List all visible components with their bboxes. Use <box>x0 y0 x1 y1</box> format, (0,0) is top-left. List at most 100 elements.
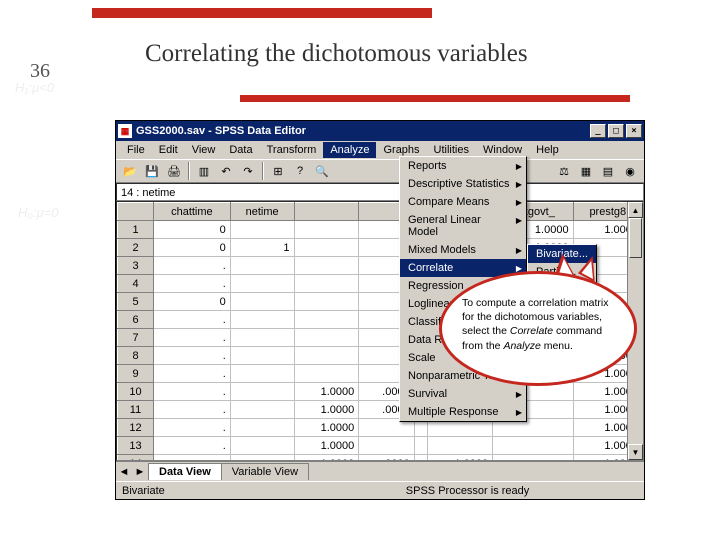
close-button[interactable]: × <box>626 124 642 138</box>
menu-edit[interactable]: Edit <box>152 142 185 158</box>
row-header[interactable]: 10 <box>118 383 154 401</box>
scroll-down-icon[interactable]: ▼ <box>628 444 643 460</box>
data-cell[interactable] <box>294 311 359 329</box>
menu-item-mixed-models[interactable]: Mixed Models <box>400 241 526 259</box>
data-cell[interactable]: 1 <box>230 239 294 257</box>
row-header[interactable]: 12 <box>118 419 154 437</box>
data-cell[interactable] <box>230 347 294 365</box>
minimize-button[interactable]: _ <box>590 124 606 138</box>
data-cell[interactable] <box>294 329 359 347</box>
variables-icon[interactable]: ? <box>290 161 310 181</box>
data-cell[interactable] <box>230 401 294 419</box>
data-cell[interactable] <box>230 437 294 455</box>
data-cell[interactable] <box>230 257 294 275</box>
data-cell[interactable] <box>230 383 294 401</box>
data-cell[interactable] <box>230 419 294 437</box>
data-cell[interactable] <box>414 455 428 462</box>
goto-icon[interactable]: ⊞ <box>268 161 288 181</box>
undo-icon[interactable]: ↶ <box>216 161 236 181</box>
row-header[interactable]: 3 <box>118 257 154 275</box>
weight-icon[interactable]: ⚖ <box>554 161 574 181</box>
data-cell[interactable] <box>230 221 294 239</box>
row-header[interactable]: 6 <box>118 311 154 329</box>
data-cell[interactable]: 1.0000 <box>294 437 359 455</box>
redo-icon[interactable]: ↷ <box>238 161 258 181</box>
menu-analyze[interactable]: Analyze <box>323 142 376 158</box>
menu-transform[interactable]: Transform <box>260 142 324 158</box>
row-header[interactable]: 13 <box>118 437 154 455</box>
menu-help[interactable]: Help <box>529 142 566 158</box>
row-header[interactable]: 9 <box>118 365 154 383</box>
dialog-recall-icon[interactable]: ▥ <box>194 161 214 181</box>
row-header[interactable]: 1 <box>118 221 154 239</box>
open-icon[interactable]: 📂 <box>120 161 140 181</box>
data-cell[interactable]: .0000 <box>359 455 414 462</box>
data-cell[interactable] <box>294 257 359 275</box>
tab-scroll-right-icon[interactable]: ► <box>132 466 148 478</box>
maximize-button[interactable]: □ <box>608 124 624 138</box>
data-cell[interactable]: . <box>154 401 231 419</box>
data-cell[interactable] <box>230 329 294 347</box>
row-header[interactable]: 14 <box>118 455 154 462</box>
row-header[interactable]: 7 <box>118 329 154 347</box>
data-cell[interactable] <box>294 293 359 311</box>
data-cell[interactable]: 1.0000 <box>294 419 359 437</box>
tab-scroll-left-icon[interactable]: ◄ <box>116 466 132 478</box>
data-cell[interactable]: . <box>154 455 231 462</box>
data-cell[interactable] <box>359 437 414 455</box>
data-cell[interactable] <box>230 311 294 329</box>
menu-view[interactable]: View <box>185 142 223 158</box>
data-cell[interactable]: 1.0000 <box>428 455 493 462</box>
data-cell[interactable] <box>294 221 359 239</box>
data-cell[interactable]: 1.0000 <box>294 401 359 419</box>
data-cell[interactable] <box>294 347 359 365</box>
data-cell[interactable] <box>230 293 294 311</box>
data-cell[interactable] <box>428 437 493 455</box>
scroll-thumb[interactable] <box>629 218 642 258</box>
split-icon[interactable]: ▦ <box>576 161 596 181</box>
data-cell[interactable]: . <box>154 311 231 329</box>
data-cell[interactable]: 1.0000 <box>294 455 359 462</box>
row-header[interactable]: 2 <box>118 239 154 257</box>
menu-data[interactable]: Data <box>222 142 259 158</box>
data-cell[interactable] <box>294 365 359 383</box>
data-cell[interactable] <box>230 275 294 293</box>
tab-data-view[interactable]: Data View <box>148 463 222 480</box>
data-cell[interactable]: 0 <box>154 221 231 239</box>
data-cell[interactable]: . <box>154 383 231 401</box>
data-cell[interactable] <box>493 437 573 455</box>
scroll-up-icon[interactable]: ▲ <box>628 202 643 218</box>
data-cell[interactable]: . <box>154 257 231 275</box>
data-cell[interactable] <box>294 239 359 257</box>
menu-item-compare-means[interactable]: Compare Means <box>400 193 526 211</box>
row-header[interactable]: 4 <box>118 275 154 293</box>
column-header[interactable] <box>294 203 359 221</box>
print-icon[interactable]: 🖨 <box>164 161 184 181</box>
menu-item-multiple-response[interactable]: Multiple Response <box>400 403 526 421</box>
data-cell[interactable] <box>414 437 428 455</box>
row-header[interactable]: 11 <box>118 401 154 419</box>
data-cell[interactable] <box>294 275 359 293</box>
data-cell[interactable]: 0 <box>154 293 231 311</box>
data-cell[interactable] <box>493 455 573 462</box>
data-cell[interactable] <box>230 455 294 462</box>
tab-variable-view[interactable]: Variable View <box>221 463 309 480</box>
window-titlebar[interactable]: ▦ GSS2000.sav - SPSS Data Editor _ □ × <box>116 121 644 141</box>
column-header[interactable]: chattime <box>154 203 231 221</box>
select-icon[interactable]: ▤ <box>598 161 618 181</box>
data-cell[interactable]: . <box>154 275 231 293</box>
data-cell[interactable]: . <box>154 365 231 383</box>
data-cell[interactable]: . <box>154 437 231 455</box>
menu-item-descriptive-statistics[interactable]: Descriptive Statistics <box>400 175 526 193</box>
row-header[interactable]: 5 <box>118 293 154 311</box>
menu-item-reports[interactable]: Reports <box>400 157 526 175</box>
column-header[interactable]: netime <box>230 203 294 221</box>
data-cell[interactable]: . <box>154 347 231 365</box>
find-icon[interactable]: 🔍 <box>312 161 332 181</box>
value-labels-icon[interactable]: ◉ <box>620 161 640 181</box>
data-cell[interactable]: 0 <box>154 239 231 257</box>
corner-cell[interactable] <box>118 203 154 221</box>
data-cell[interactable]: . <box>154 419 231 437</box>
menu-item-general-linear-model[interactable]: General Linear Model <box>400 211 526 241</box>
data-cell[interactable]: 1.0000 <box>294 383 359 401</box>
